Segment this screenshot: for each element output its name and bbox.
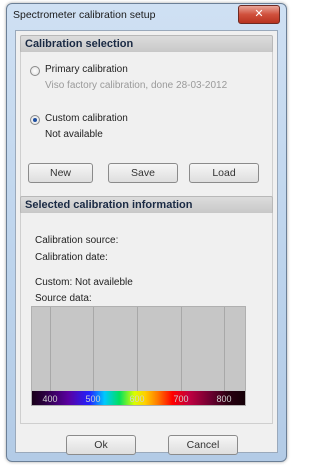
custom-calibration-radio[interactable] — [30, 115, 40, 125]
cancel-button[interactable]: Cancel — [168, 435, 238, 455]
custom-status-label: Custom: Not availeble — [35, 277, 133, 288]
tick-label-700: 700 — [173, 394, 189, 404]
custom-calibration-label[interactable]: Custom calibration — [45, 113, 128, 124]
tick-label-400: 400 — [42, 394, 58, 404]
calibration-selection-panel: Primary calibration Viso factory calibra… — [20, 52, 273, 198]
calibration-date-label: Calibration date: — [35, 252, 108, 263]
calibration-source-label: Calibration source: — [35, 235, 119, 246]
window-title: Spectrometer calibration setup — [13, 9, 156, 21]
source-data-label: Source data: — [35, 293, 92, 304]
tick-label-600: 600 — [129, 394, 145, 404]
wavelength-color-bar: 400 500 600 700 800 — [32, 391, 245, 405]
calibration-selection-header: Calibration selection — [20, 35, 273, 53]
primary-calibration-radio[interactable] — [30, 66, 40, 76]
selected-info-header: Selected calibration information — [20, 196, 273, 214]
spectrum-gridline — [93, 307, 94, 391]
new-button[interactable]: New — [28, 163, 93, 183]
ok-button[interactable]: Ok — [66, 435, 136, 455]
save-button[interactable]: Save — [108, 163, 178, 183]
primary-calibration-label[interactable]: Primary calibration — [45, 64, 128, 75]
title-bar[interactable]: Spectrometer calibration setup ✕ — [7, 4, 286, 28]
spectrum-gridline — [50, 307, 51, 391]
spectrum-gridline — [181, 307, 182, 391]
tick-label-800: 800 — [216, 394, 232, 404]
tick-label-500: 500 — [85, 394, 101, 404]
source-data-spectrum-chart: 400 500 600 700 800 — [31, 306, 246, 406]
close-button[interactable]: ✕ — [238, 5, 280, 24]
spectrum-gridline — [224, 307, 225, 391]
primary-calibration-detail: Viso factory calibration, done 28-03-201… — [45, 80, 228, 91]
dialog-client-area: Calibration selection Primary calibratio… — [15, 30, 278, 455]
custom-calibration-detail: Not available — [45, 129, 103, 140]
dialog-window: Spectrometer calibration setup ✕ Calibra… — [6, 3, 287, 462]
spectrum-gridline — [137, 307, 138, 391]
load-button[interactable]: Load — [189, 163, 259, 183]
